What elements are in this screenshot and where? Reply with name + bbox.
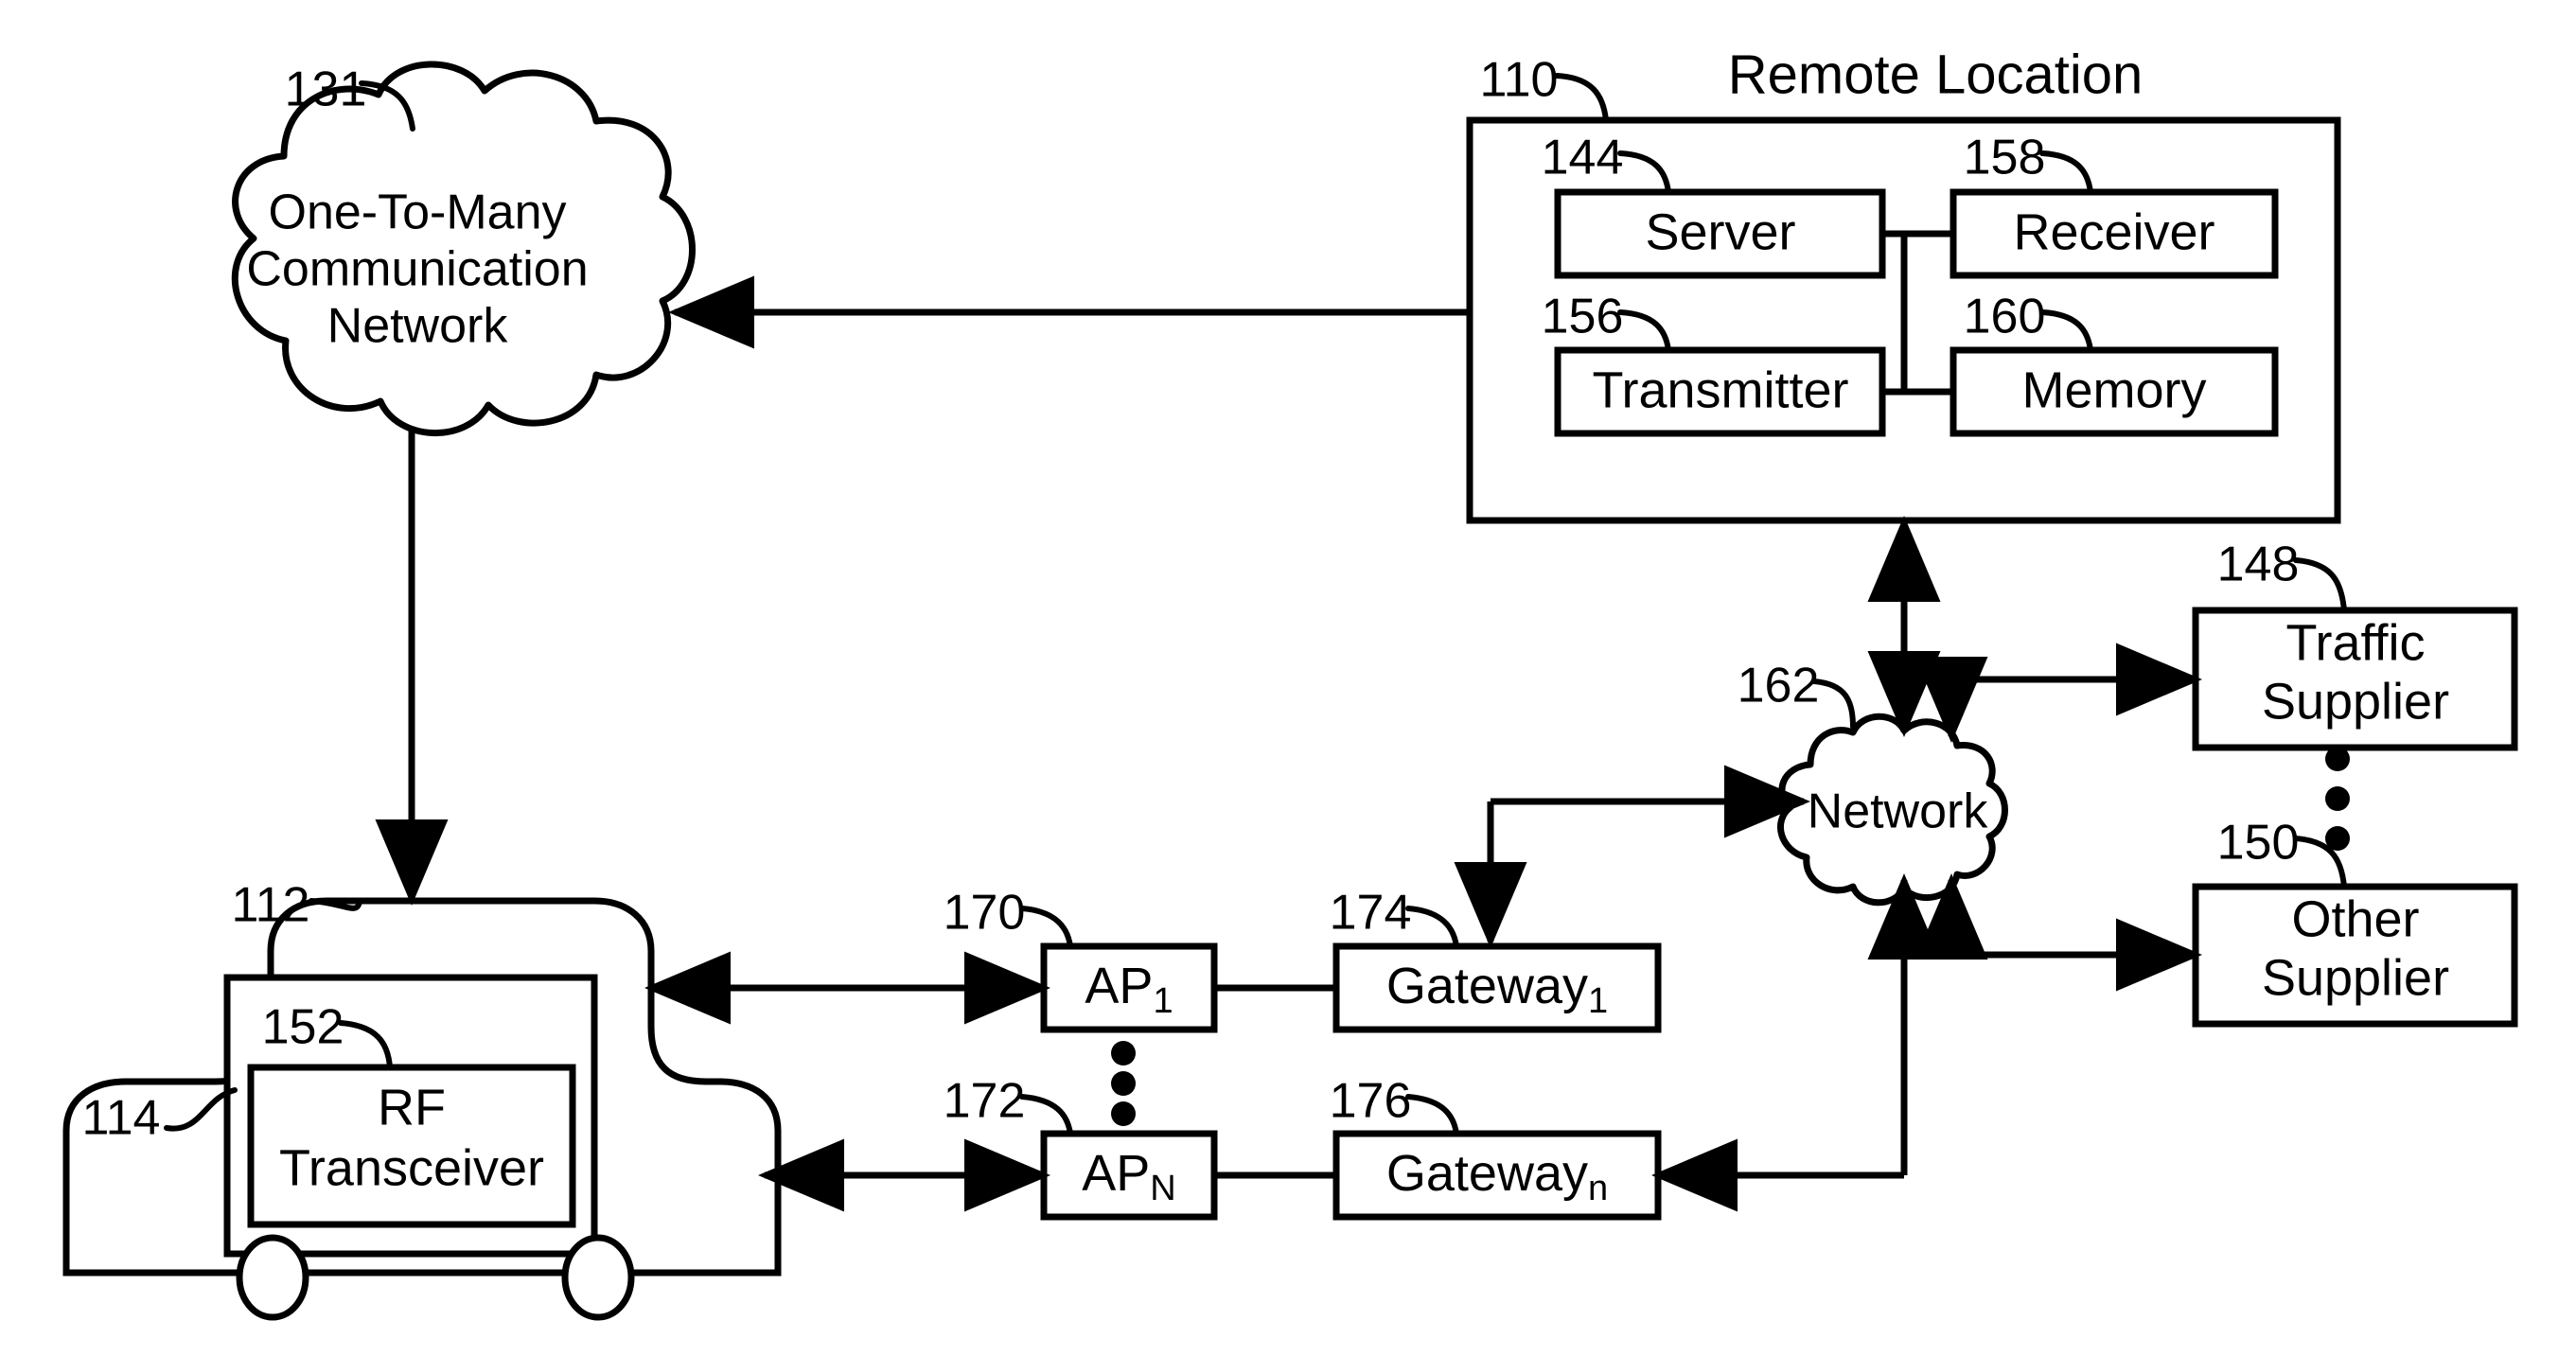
ref-131: 131 <box>285 62 367 117</box>
one-to-many-cloud-line2: Communication <box>246 242 588 297</box>
ref-170: 170 <box>944 886 1026 941</box>
ref-152: 152 <box>262 1000 344 1055</box>
apn-sub: N <box>1150 1169 1175 1208</box>
access-points-group: AP1 170 APN 172 <box>944 886 1218 1221</box>
receiver-label: Receiver <box>2013 203 2214 260</box>
ap-ellipsis-dot-3 <box>1111 1101 1136 1126</box>
one-to-many-cloud-line1: One-To-Many <box>269 185 567 240</box>
remote-location-title: Remote Location <box>1728 44 2143 105</box>
ref-174: 174 <box>1330 886 1412 941</box>
ref-170-leader <box>1019 906 1073 949</box>
ref-172: 172 <box>944 1074 1026 1129</box>
ref-150: 150 <box>2217 816 2300 871</box>
server-label: Server <box>1645 203 1795 260</box>
gateway1-base: Gateway <box>1386 958 1588 1014</box>
ref-176: 176 <box>1330 1074 1412 1129</box>
ref-156: 156 <box>1542 290 1624 344</box>
ref-144: 144 <box>1542 131 1624 185</box>
ap1-base: AP <box>1085 958 1153 1014</box>
ref-160: 160 <box>1964 290 2046 344</box>
ref-148-leader <box>2293 557 2347 613</box>
memory-label: Memory <box>2021 361 2206 418</box>
ref-110-leader <box>1554 73 1609 123</box>
ref-158: 158 <box>1964 131 2046 185</box>
ref-176-leader <box>1405 1094 1459 1136</box>
ref-172-leader <box>1019 1094 1073 1136</box>
traffic-supplier-line1: Traffic <box>2285 614 2425 671</box>
ref-174-leader <box>1405 906 1459 949</box>
network-cloud-group: Network 162 <box>1738 659 2008 907</box>
ap-ellipsis <box>1111 1041 1136 1126</box>
ref-112: 112 <box>232 878 310 933</box>
rf-transceiver-line2: Transceiver <box>279 1139 544 1196</box>
vehicle-wheel-front <box>236 1234 309 1321</box>
remote-location-group: Remote Location 110 Server 144 Receiver … <box>1466 44 2341 524</box>
apn-base: AP <box>1082 1145 1150 1202</box>
other-supplier-line2: Supplier <box>2262 949 2449 1006</box>
transmitter-label: Transmitter <box>1592 361 1848 418</box>
ref-162: 162 <box>1738 659 1820 713</box>
vehicle-group: RF Transceiver 112 114 152 <box>62 878 782 1321</box>
ref-114: 114 <box>82 1091 161 1146</box>
ref-148: 148 <box>2217 537 2300 592</box>
one-to-many-cloud-line3: Network <box>327 299 509 354</box>
supplier-ellipsis <box>2325 747 2350 851</box>
gateway1-sub: 1 <box>1588 981 1608 1021</box>
gatewayn-label: Gatewayn <box>1386 1145 1608 1208</box>
one-to-many-cloud-group: One-To-Many Communication Network 131 <box>231 61 696 437</box>
gateway1-label: Gateway1 <box>1386 958 1608 1021</box>
ap1-sub: 1 <box>1153 981 1173 1021</box>
other-supplier-line1: Other <box>2291 890 2419 947</box>
ref-162-leader <box>1811 678 1856 730</box>
vehicle-wheel-rear <box>561 1234 635 1321</box>
patent-figure: One-To-Many Communication Network 131 Re… <box>0 0 2576 1356</box>
ref-110: 110 <box>1480 53 1559 108</box>
suppliers-group: Traffic Supplier 148 Other Supplier 150 <box>2192 537 2518 1028</box>
diagram-canvas: One-To-Many Communication Network 131 Re… <box>62 44 2518 1321</box>
gatewayn-sub: n <box>1588 1169 1608 1208</box>
ap-ellipsis-dot-1 <box>1111 1041 1136 1065</box>
rf-transceiver-line1: RF <box>378 1079 446 1136</box>
gatewayn-base: Gateway <box>1386 1145 1588 1202</box>
network-cloud-label: Network <box>1808 784 1989 839</box>
ap-ellipsis-dot-2 <box>1111 1071 1136 1096</box>
traffic-supplier-line2: Supplier <box>2262 673 2449 730</box>
supplier-ellipsis-dot-1 <box>2325 747 2350 771</box>
supplier-ellipsis-dot-2 <box>2325 786 2350 811</box>
